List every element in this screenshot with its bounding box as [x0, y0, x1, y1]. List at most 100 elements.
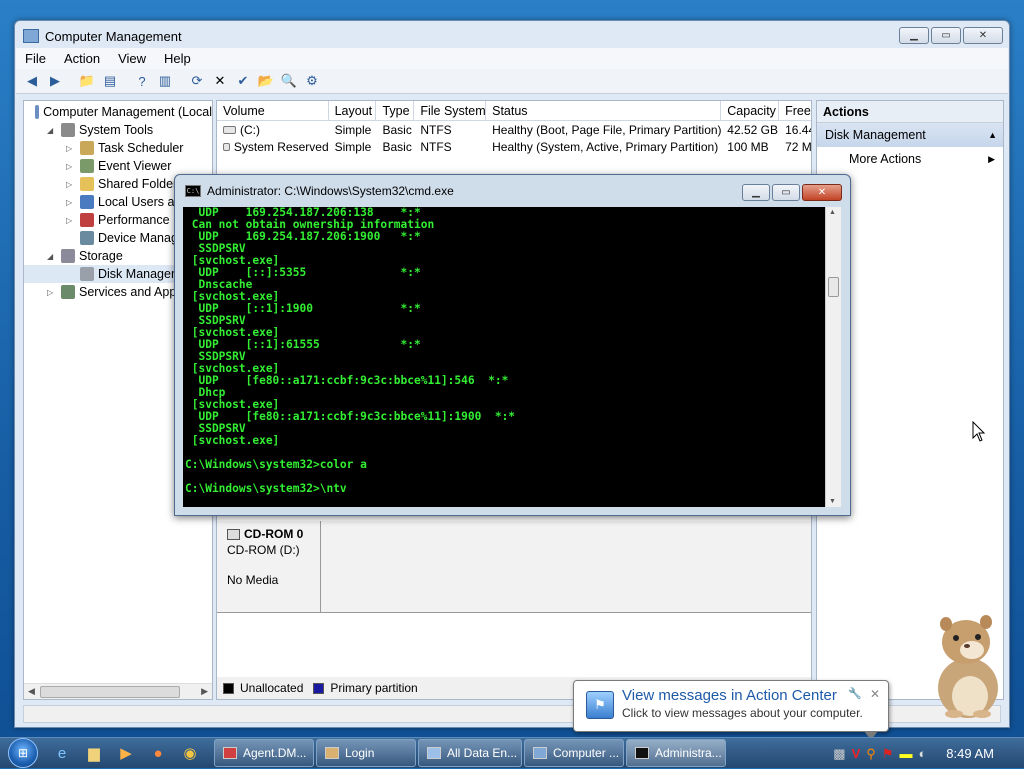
close-button[interactable]: ✕	[963, 27, 1003, 44]
actions-disk-management[interactable]: Disk Management ▲	[817, 123, 1003, 147]
taskbar: ⊞ e ▆ ▶ ● ◉ Agent.DM... Login All Data En.…	[0, 737, 1024, 768]
expander-icon[interactable]: ◢	[47, 126, 57, 135]
console-scroll-thumb[interactable]	[828, 277, 839, 297]
menu-view[interactable]: View	[109, 51, 155, 66]
refresh-icon[interactable]: ⟳	[187, 71, 207, 91]
cmd-close-button[interactable]: ✕	[802, 184, 842, 201]
taskbar-button[interactable]: All Data En...	[418, 739, 522, 767]
open-icon[interactable]: 📂	[256, 71, 276, 91]
properties-icon[interactable]: ✔	[233, 71, 253, 91]
volume-row[interactable]: (C:) Simple Basic NTFS Healthy (Boot, Page F…	[217, 121, 811, 138]
forward-icon[interactable]: ▶	[45, 71, 65, 91]
taskbar-button[interactable]: Login	[316, 739, 416, 767]
window-icon	[427, 747, 441, 759]
taskbar-button[interactable]: Computer ...	[524, 739, 624, 767]
computer-management-icon	[533, 747, 547, 759]
settings-icon[interactable]: ⚙	[302, 71, 322, 91]
agent-icon	[223, 747, 237, 759]
media-player-icon[interactable]: ▶	[110, 738, 142, 769]
help-icon[interactable]: ?	[132, 71, 152, 91]
settings-wrench-icon[interactable]: 🔧	[848, 687, 862, 700]
volume-cell: System Reserved	[217, 138, 329, 155]
taskbar-button[interactable]: Agent.DM...	[214, 739, 314, 767]
console-line: Dnscache	[185, 278, 253, 291]
expander-icon[interactable]: ▷	[66, 198, 76, 207]
tray-app-icon[interactable]: ▩	[833, 746, 845, 762]
col-free[interactable]: Free	[779, 101, 811, 120]
scroll-left-icon[interactable]: ◀	[28, 686, 35, 697]
menu-action[interactable]: Action	[55, 51, 109, 66]
tray-speaker-icon[interactable]: ◐	[918, 746, 926, 761]
show-hide-action-pane-icon[interactable]: ▥	[155, 71, 175, 91]
volume-cell: 72 M	[779, 138, 811, 155]
expander-icon[interactable]: ▷	[66, 216, 76, 225]
tray-search-icon[interactable]: ⚲	[866, 746, 876, 762]
expander-icon[interactable]: ▷	[66, 144, 76, 153]
chrome-icon[interactable]: ◉	[174, 738, 206, 769]
action-center-flag-tray-icon[interactable]: ⚑	[882, 746, 894, 762]
computer-management-icon	[23, 29, 39, 43]
start-button[interactable]: ⊞	[0, 738, 46, 769]
tray-v-icon[interactable]: V	[852, 746, 861, 761]
scroll-thumb[interactable]	[40, 686, 180, 698]
tree-item[interactable]: ▷ Task Scheduler	[24, 139, 212, 157]
minimize-button[interactable]: ▁	[899, 27, 929, 44]
more-actions[interactable]: More Actions ▶	[817, 147, 1003, 171]
scroll-right-icon[interactable]: ▶	[201, 686, 208, 697]
col-status[interactable]: Status	[486, 101, 722, 120]
console-scrollbar[interactable]: ▲ ▼	[825, 207, 841, 507]
console-line: UDP [::]:5355 *:*	[185, 266, 421, 279]
file-explorer-icon[interactable]: ▆	[78, 738, 110, 769]
balloon-close-icon[interactable]: ✕	[870, 687, 880, 701]
tree-horizontal-scrollbar[interactable]: ◀ ▶	[24, 683, 212, 699]
col-file-system[interactable]: File System	[414, 101, 487, 120]
tree-item[interactable]: ◢ System Tools	[24, 121, 212, 139]
clock[interactable]: 8:49 AM	[946, 746, 994, 761]
more-actions-label: More Actions	[849, 152, 922, 166]
collapse-icon[interactable]: ▲	[988, 130, 997, 140]
back-icon[interactable]: ◀	[22, 71, 42, 91]
tree-item[interactable]: Computer Management (Local	[24, 103, 212, 121]
cdrom-disk-label[interactable]: CD-ROM 0 CD-ROM (D:) No Media	[217, 521, 321, 613]
scroll-down-icon[interactable]: ▼	[829, 498, 836, 505]
taskbar-button[interactable]: Administra...	[626, 739, 726, 767]
volume-cell: (C:)	[217, 121, 329, 138]
tree-item-label: Storage	[79, 249, 123, 263]
search-icon[interactable]: 🔍	[279, 71, 299, 91]
internet-explorer-icon[interactable]: e	[46, 738, 78, 769]
cdrom-partition-area[interactable]	[321, 521, 811, 613]
menu-help[interactable]: Help	[155, 51, 200, 66]
menu-file[interactable]: File	[16, 51, 55, 66]
col-layout[interactable]: Layout	[329, 101, 377, 120]
console-line: SSDPSRV	[185, 314, 246, 327]
col-type[interactable]: Type	[376, 101, 415, 120]
actions-section-label: Disk Management	[825, 128, 926, 142]
col-volume[interactable]: Volume	[217, 101, 329, 120]
volume-row[interactable]: System Reserved Simple Basic NTFS Healthy (S…	[217, 138, 811, 155]
volume-cell-text: Simple	[334, 122, 372, 137]
cmd-maximize-button[interactable]: ▭	[772, 184, 800, 201]
cdrom-media: No Media	[227, 573, 279, 587]
delete-icon[interactable]: ✕	[210, 71, 230, 91]
maximize-button[interactable]: ▭	[931, 27, 961, 44]
event-viewer-icon	[80, 159, 94, 173]
console-line: UDP [fe80::a171:ccbf:9c3c:bbce%11]:546 *…	[185, 374, 509, 387]
cmd-minimize-button[interactable]: ▁	[742, 184, 770, 201]
expander-icon[interactable]: ▷	[66, 162, 76, 171]
tray-yellow-icon[interactable]: ▬	[899, 746, 912, 761]
scroll-up-icon[interactable]: ▲	[829, 209, 836, 216]
expander-icon[interactable]: ◢	[47, 252, 57, 261]
console-output[interactable]: UDP 169.254.187.206:138 *:* Can not obta…	[183, 207, 825, 507]
action-center-balloon[interactable]: ⚑ View messages in Action Center Click t…	[573, 680, 889, 740]
up-folder-icon[interactable]: 📁	[77, 71, 97, 91]
volume-cell-text: Simple	[334, 139, 372, 154]
volume-cell-text: (C:)	[240, 122, 260, 137]
actions-header: Actions	[817, 101, 1003, 123]
show-hide-tree-icon[interactable]: ▤	[100, 71, 120, 91]
cm-title-bar[interactable]: Computer Management	[15, 21, 1009, 51]
firefox-icon[interactable]: ●	[142, 738, 174, 769]
expander-icon[interactable]: ▷	[47, 288, 57, 297]
tree-item[interactable]: ▷ Event Viewer	[24, 157, 212, 175]
expander-icon[interactable]: ▷	[66, 180, 76, 189]
col-capacity[interactable]: Capacity	[721, 101, 780, 120]
